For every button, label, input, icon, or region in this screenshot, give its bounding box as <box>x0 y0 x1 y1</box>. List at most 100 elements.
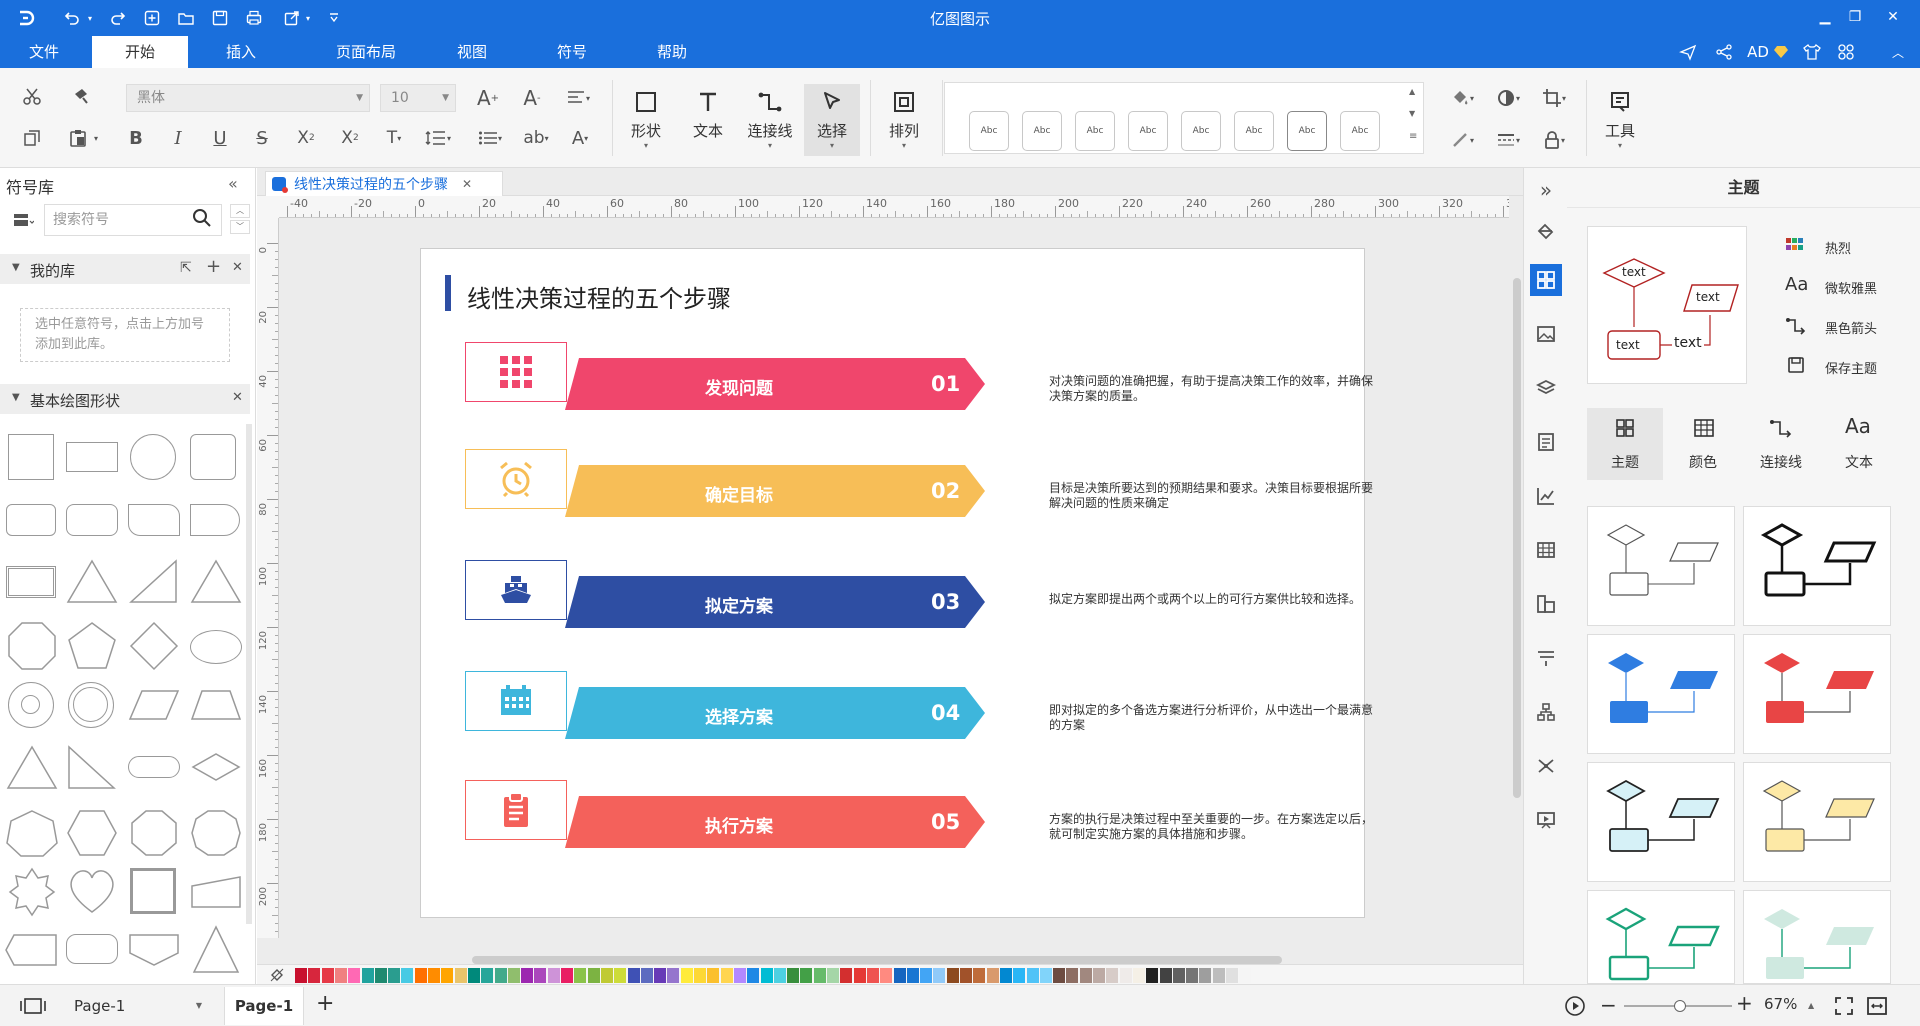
close-tab-icon[interactable]: ✕ <box>462 177 472 191</box>
color-swatch[interactable] <box>1172 968 1185 983</box>
color-swatch[interactable] <box>787 968 800 983</box>
layers-icon[interactable] <box>1530 372 1562 404</box>
send-icon[interactable] <box>1676 40 1700 64</box>
gallery-up-icon[interactable]: ▲ <box>1409 87 1415 96</box>
chart-icon[interactable] <box>1530 480 1562 512</box>
color-swatch[interactable] <box>973 968 986 983</box>
shape-heptagon[interactable] <box>6 808 58 858</box>
search-icon[interactable] <box>192 208 212 232</box>
line-style-icon[interactable]: ▾ <box>1490 126 1526 154</box>
scroll-down-icon[interactable]: ﹀ <box>230 220 250 234</box>
color-swatch[interactable] <box>667 968 680 983</box>
text-case-icon[interactable]: T ▾ <box>378 126 410 150</box>
theme-option-hot[interactable]: 热烈 <box>1785 234 1915 258</box>
user-avatar[interactable]: AD <box>1744 40 1772 64</box>
text-tool-button[interactable]: 文本 <box>680 84 736 156</box>
vip-diamond-icon[interactable] <box>1772 40 1790 64</box>
fill-bucket-icon[interactable] <box>1530 216 1562 248</box>
basic-shapes-header[interactable]: ▼ 基本绘图形状 ✕ <box>0 384 250 414</box>
share-icon[interactable] <box>1712 40 1736 64</box>
add-page-icon[interactable]: + <box>316 991 334 1016</box>
theme-card[interactable] <box>1587 634 1735 754</box>
format-painter-icon[interactable] <box>68 82 96 110</box>
arrange-button[interactable]: 排列 ▾ <box>876 84 932 156</box>
image-icon[interactable] <box>1530 318 1562 350</box>
theme-preview[interactable]: text text text text <box>1587 226 1747 384</box>
font-color-icon[interactable]: A ▾ <box>562 126 598 150</box>
zoom-out-icon[interactable]: − <box>1600 993 1617 1017</box>
shape-ellipse[interactable] <box>190 630 242 664</box>
fit-width-icon[interactable] <box>1866 996 1888 1020</box>
color-swatch[interactable] <box>348 968 361 983</box>
color-swatch[interactable] <box>1079 968 1092 983</box>
horizontal-scrollbar[interactable] <box>472 956 1282 964</box>
shape-offpage[interactable] <box>128 932 180 968</box>
tab-page-layout[interactable]: 页面布局 <box>310 36 422 68</box>
shape-tall-triangle[interactable] <box>190 924 242 974</box>
color-swatch[interactable] <box>1053 968 1066 983</box>
paste-dropdown-icon[interactable]: ▾ <box>90 130 102 146</box>
color-swatch[interactable] <box>401 968 414 983</box>
shape-terminator[interactable] <box>128 756 180 778</box>
color-swatch[interactable] <box>534 968 547 983</box>
shadow-icon[interactable]: ▾ <box>1490 84 1526 112</box>
shape-triangle[interactable] <box>66 558 118 604</box>
my-library-header[interactable]: ▼ 我的库 ⇱ + ✕ <box>0 254 250 284</box>
tools-button[interactable]: 工具 ▾ <box>1592 84 1648 156</box>
step-5[interactable]: 执行方案 05 方案的执行是决策过程中至关重要的一步。在方案选定以后，就可制定实… <box>465 780 1373 854</box>
close-icon[interactable]: ✕ <box>232 390 243 405</box>
shape-decagon[interactable] <box>190 808 242 858</box>
color-swatch[interactable] <box>587 968 600 983</box>
color-swatch[interactable] <box>694 968 706 983</box>
shape-frame[interactable] <box>130 868 176 914</box>
color-swatch[interactable] <box>321 968 334 983</box>
shape-rounded-rectangle[interactable] <box>66 504 118 536</box>
present-icon[interactable] <box>1530 642 1562 674</box>
color-swatch[interactable] <box>773 968 786 983</box>
org-chart-icon[interactable] <box>1530 696 1562 728</box>
theme-option-font[interactable]: Aa 微软雅黑 <box>1785 274 1915 298</box>
font-grow-icon[interactable]: A + <box>474 84 502 112</box>
shape-circle[interactable] <box>130 434 176 480</box>
style-sample[interactable]: Abc <box>1234 111 1274 151</box>
shape-rounded-rectangle[interactable] <box>6 504 56 536</box>
paste-icon[interactable] <box>64 124 92 152</box>
color-swatch[interactable] <box>747 968 760 983</box>
color-swatch[interactable] <box>295 968 307 983</box>
data-icon[interactable] <box>1530 588 1562 620</box>
page-tab[interactable]: Page-1 <box>224 987 304 1025</box>
cut-icon[interactable] <box>18 82 46 110</box>
shape-double-circle[interactable] <box>68 682 114 728</box>
theme-tab-text[interactable]: Aa 文本 <box>1821 408 1897 480</box>
step-3[interactable]: 拟定方案 03 拟定方案即提出两个或两个以上的可行方案供比较和选择。 <box>465 560 1365 634</box>
zoom-dropdown-icon[interactable]: ▲ <box>1808 1001 1814 1010</box>
color-swatch[interactable] <box>813 968 826 983</box>
theme-card[interactable] <box>1743 890 1891 984</box>
color-swatch[interactable] <box>308 968 321 983</box>
align-icon[interactable]: ▾ <box>560 84 596 112</box>
page-selector[interactable]: Page-1 ▼ <box>62 993 208 1019</box>
color-swatch[interactable] <box>880 968 893 983</box>
font-size-select[interactable]: 10 ▼ <box>380 84 456 112</box>
step-4[interactable]: 选择方案 04 即对拟定的多个备选方案进行分析评价，从中选出一个最满意的方案 <box>465 671 1373 745</box>
shape-octagon[interactable] <box>128 808 180 858</box>
shape-pentagon[interactable] <box>66 620 118 672</box>
zoom-value[interactable]: 67% <box>1764 995 1797 1013</box>
color-swatch[interactable] <box>827 968 839 983</box>
expand-panel-icon[interactable]: » <box>1530 174 1562 206</box>
color-swatch[interactable] <box>906 968 919 983</box>
color-swatch[interactable] <box>1159 968 1172 983</box>
color-swatch[interactable] <box>1239 968 1252 983</box>
color-swatch[interactable] <box>654 968 667 983</box>
tab-home[interactable]: 开始 <box>92 36 188 68</box>
color-swatch[interactable] <box>481 968 494 983</box>
style-sample[interactable]: Abc <box>1340 111 1380 151</box>
color-swatch[interactable] <box>600 968 613 983</box>
shape-hexagon[interactable] <box>66 808 118 858</box>
theme-card[interactable] <box>1587 890 1735 984</box>
color-swatch[interactable] <box>507 968 520 983</box>
import-icon[interactable]: ⇱ <box>180 260 192 276</box>
shape-parallelogram[interactable] <box>128 688 180 722</box>
theme-tab-connector[interactable]: 连接线 <box>1743 408 1819 480</box>
shape-diamond[interactable] <box>128 620 180 672</box>
